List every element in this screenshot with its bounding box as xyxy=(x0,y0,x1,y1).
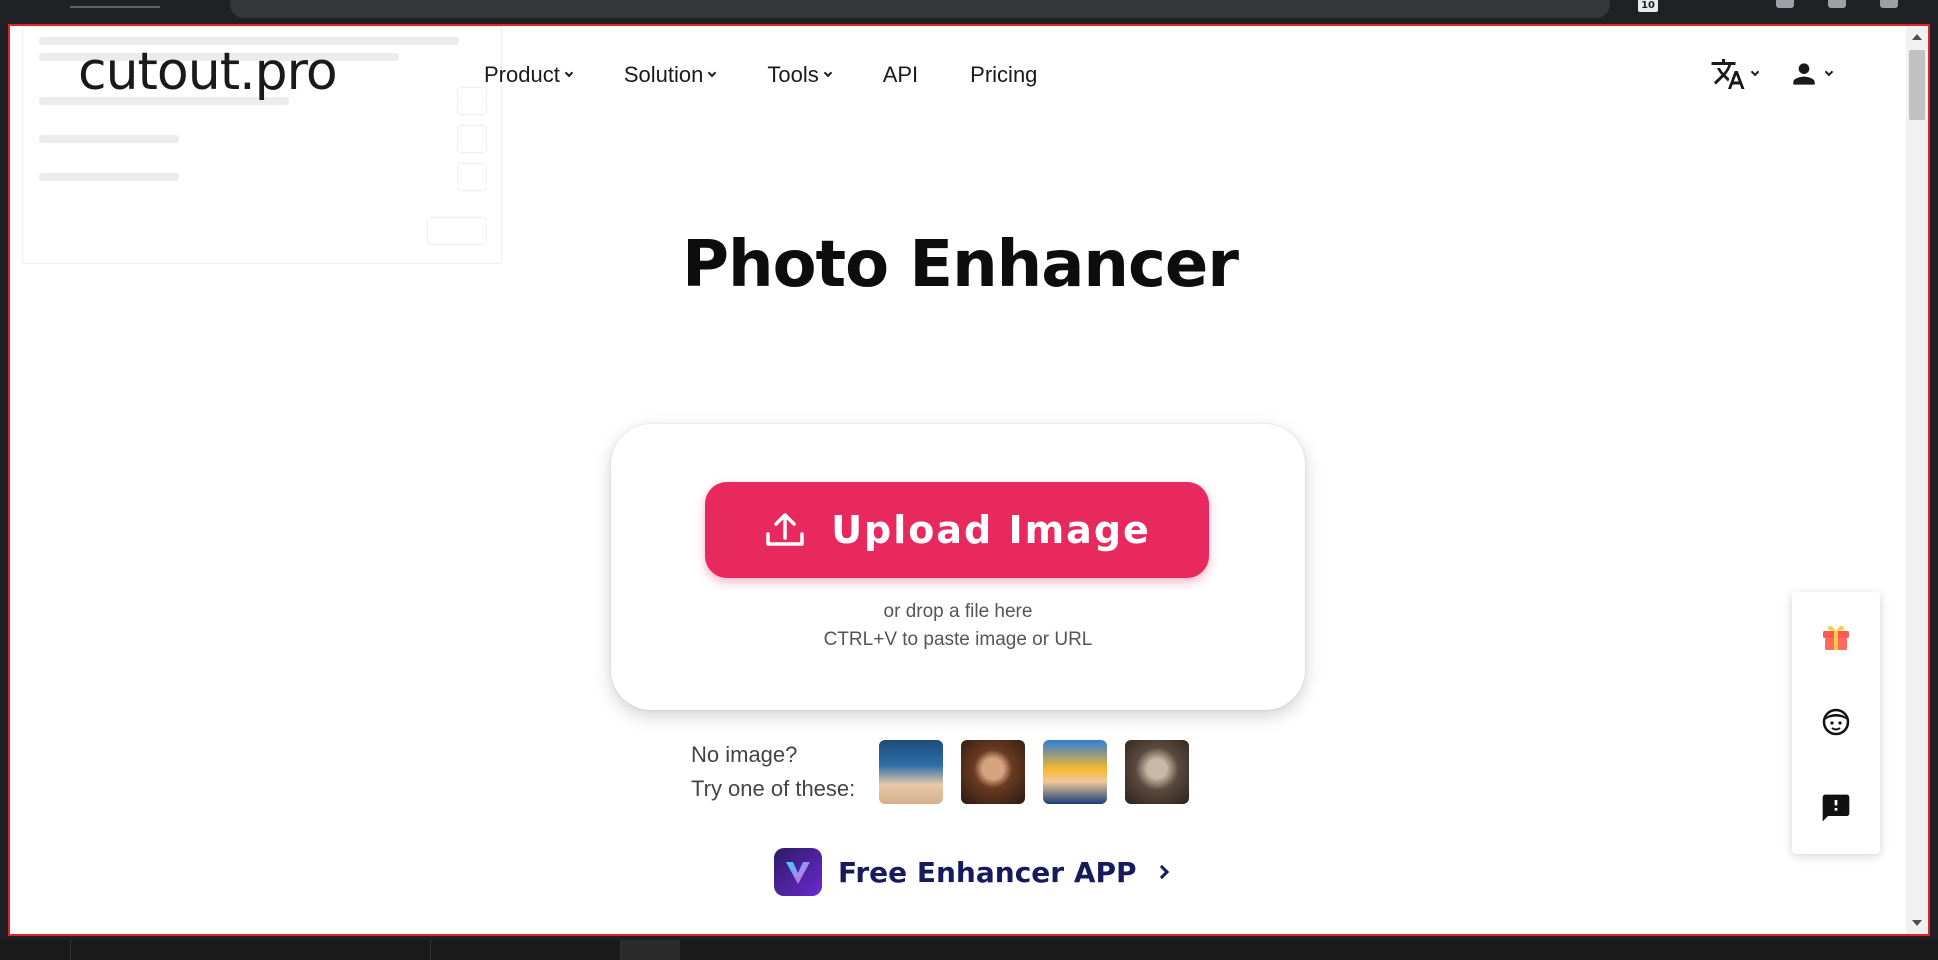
main-nav: Product Solution Tools API Pricing xyxy=(484,62,1089,88)
language-button[interactable] xyxy=(1710,56,1760,92)
scroll-up-arrow-icon[interactable] xyxy=(1912,34,1922,40)
scroll-down-arrow-icon[interactable] xyxy=(1912,920,1922,926)
browser-toolbar-icons xyxy=(1776,0,1898,12)
chevron-down-icon xyxy=(823,68,832,77)
paste-hint: CTRL+V to paste image or URL xyxy=(823,629,1093,650)
profile-icon[interactable] xyxy=(1880,0,1898,8)
app-logo-icon xyxy=(774,848,822,896)
drop-file-hint: or drop a file here xyxy=(883,601,1033,622)
sample-thumbnail[interactable] xyxy=(961,740,1026,804)
chevron-down-icon xyxy=(1750,67,1760,76)
page-scrollbar[interactable] xyxy=(1906,26,1928,934)
extension-icon[interactable] xyxy=(1776,0,1794,8)
page-viewport: cutout.pro Product Solution Tools API Pr… xyxy=(8,24,1930,936)
address-bar[interactable] xyxy=(230,0,1610,18)
free-app-link[interactable]: Free Enhancer APP xyxy=(774,848,1169,896)
gift-icon xyxy=(1823,625,1849,650)
feedback-button[interactable] xyxy=(1816,788,1856,828)
upload-card[interactable]: Upload Image or drop a file here CTRL+V … xyxy=(611,424,1305,710)
header-actions xyxy=(1710,56,1834,92)
taskbar xyxy=(0,940,1938,960)
nav-item-label: Solution xyxy=(623,62,704,87)
nav-item-product[interactable]: Product xyxy=(484,62,574,88)
upload-image-button[interactable]: Upload Image xyxy=(705,482,1209,578)
nav-item-api[interactable]: API xyxy=(883,62,918,88)
nav-item-label: API xyxy=(882,62,919,87)
gift-button[interactable] xyxy=(1816,616,1856,656)
feedback-icon xyxy=(1822,794,1850,822)
taskbar-divider xyxy=(430,940,431,960)
scroll-thumb[interactable] xyxy=(1909,50,1925,120)
sample-images: No image? Try one of these: xyxy=(691,738,1207,806)
samples-label-line1: No image? xyxy=(691,742,798,767)
site-logo[interactable]: cutout.pro xyxy=(78,46,338,98)
nav-item-label: Product xyxy=(484,62,560,87)
browser-top-bar: 10 xyxy=(0,0,1938,24)
upload-icon xyxy=(766,513,804,546)
taskbar-active-item[interactable] xyxy=(620,940,680,960)
taskbar-divider xyxy=(70,940,71,960)
sample-thumbnail[interactable] xyxy=(1043,740,1108,804)
tab-count-badge[interactable]: 10 xyxy=(1638,0,1658,12)
page-title: Photo Enhancer xyxy=(682,228,1239,302)
support-button[interactable] xyxy=(1816,702,1856,742)
chevron-down-icon xyxy=(708,68,717,77)
nav-item-tools[interactable]: Tools xyxy=(767,62,832,88)
nav-item-label: Tools xyxy=(767,62,819,87)
account-button[interactable] xyxy=(1788,58,1834,90)
browser-tab[interactable] xyxy=(70,0,160,8)
chevron-down-icon xyxy=(1824,67,1834,76)
samples-label: No image? Try one of these: xyxy=(691,738,855,806)
nav-item-solution[interactable]: Solution xyxy=(623,62,717,88)
nav-item-pricing[interactable]: Pricing xyxy=(970,62,1037,88)
support-agent-icon xyxy=(1822,708,1850,736)
samples-label-line2: Try one of these: xyxy=(691,776,856,801)
chevron-right-icon xyxy=(1154,864,1169,880)
upload-button-label: Upload Image xyxy=(831,508,1151,552)
chevron-down-icon xyxy=(564,68,574,77)
nav-item-label: Pricing xyxy=(970,62,1038,87)
floating-side-panel xyxy=(1792,592,1880,854)
drop-hint: or drop a file here CTRL+V to paste imag… xyxy=(611,598,1305,654)
free-app-label: Free Enhancer APP xyxy=(838,855,1137,889)
puzzle-icon[interactable] xyxy=(1828,0,1846,8)
user-icon xyxy=(1793,63,1815,85)
sample-thumbnail[interactable] xyxy=(1125,740,1190,804)
sample-thumbnail[interactable] xyxy=(879,740,944,804)
translate-icon xyxy=(1711,59,1745,89)
